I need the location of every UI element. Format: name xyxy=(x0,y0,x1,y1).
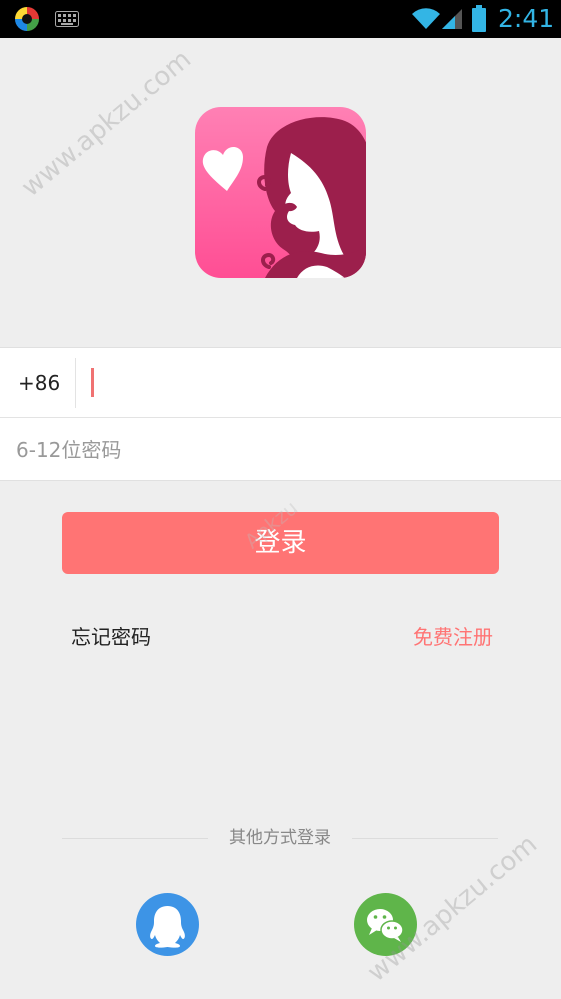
wechat-login-button[interactable] xyxy=(354,893,417,956)
status-time: 2:41 xyxy=(498,4,555,33)
status-bar: 2:41 xyxy=(0,0,561,38)
login-screen: 2:41 +86 登录 忘记密码 免费注册 其他方式登录 www.apkzu.c… xyxy=(0,0,561,999)
divider-right xyxy=(352,838,498,839)
app-logo-icon xyxy=(195,107,366,278)
app-icon xyxy=(15,7,39,31)
watermark-top: www.apkzu.com xyxy=(16,44,197,203)
other-login-label: 其他方式登录 xyxy=(229,828,331,848)
password-input[interactable] xyxy=(16,418,546,482)
login-form: +86 xyxy=(0,347,561,482)
text-caret xyxy=(91,368,94,397)
login-button[interactable]: 登录 xyxy=(62,512,499,574)
qq-login-button[interactable] xyxy=(136,893,199,956)
phone-row: +86 xyxy=(0,348,561,418)
keyboard-icon xyxy=(55,11,79,27)
wechat-icon xyxy=(367,909,404,942)
register-link[interactable]: 免费注册 xyxy=(413,622,493,652)
country-code-divider xyxy=(75,358,76,408)
country-code[interactable]: +86 xyxy=(18,348,60,418)
signal-icon xyxy=(442,9,462,29)
qq-icon xyxy=(150,906,185,948)
divider-left xyxy=(62,838,208,839)
battery-icon xyxy=(472,5,486,32)
phone-input[interactable] xyxy=(88,360,548,406)
forgot-password-link[interactable]: 忘记密码 xyxy=(71,622,151,652)
wifi-icon xyxy=(412,8,440,30)
